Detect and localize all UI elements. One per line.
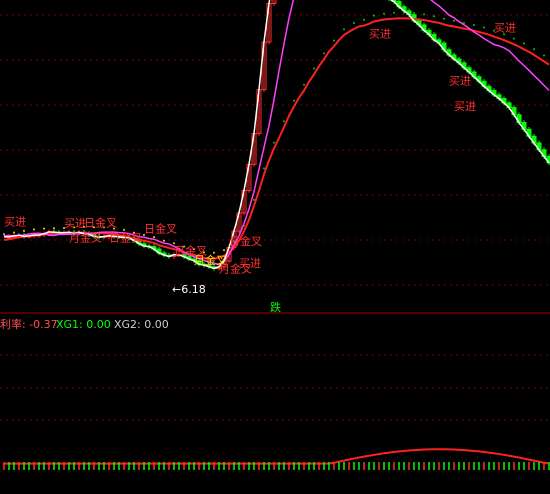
dot-point — [353, 22, 355, 25]
down-marker: 跌 — [270, 300, 281, 314]
dot-point — [303, 83, 305, 86]
dot-point — [163, 239, 165, 242]
dot-point — [153, 236, 155, 239]
signal-label: 月金叉 — [69, 230, 102, 244]
dot-point — [273, 141, 275, 144]
dot-point — [483, 26, 485, 29]
dot-point — [413, 12, 415, 15]
indicator-label-xg1: XG1: 0.00 — [56, 318, 111, 331]
dot-point — [363, 18, 365, 21]
dot-point — [543, 54, 545, 57]
dot-point — [453, 19, 455, 22]
signal-label: 买进 — [239, 257, 261, 270]
dot-point — [373, 14, 375, 17]
signal-label: 日金叉 — [229, 234, 262, 248]
dot-point — [283, 120, 285, 123]
dot-point — [513, 37, 515, 40]
dot-point — [323, 52, 325, 55]
signal-label: 日金叉 — [84, 216, 117, 230]
dot-point — [533, 48, 535, 51]
indicator-label-rate: 利率: -0.37 — [0, 317, 58, 331]
signal-label: 买进 — [494, 22, 516, 35]
signal-label: 日金叉 — [109, 230, 142, 244]
dot-point — [433, 15, 435, 18]
dot-point — [293, 99, 295, 102]
dot-point — [43, 227, 45, 230]
signal-label: 买进 — [64, 217, 86, 230]
low-annotation: ←6.18 — [172, 283, 206, 296]
signal-label: 买进 — [454, 100, 476, 113]
dot-point — [423, 13, 425, 16]
indicator-panel — [3, 448, 550, 470]
dot-point — [3, 233, 5, 236]
dot-point — [393, 11, 395, 14]
dot-point — [223, 249, 225, 252]
signal-label: 买进 — [449, 75, 471, 88]
dot-point — [313, 67, 315, 70]
dot-point — [523, 42, 525, 45]
dot-point — [23, 229, 25, 232]
candlestick-series — [6, 0, 550, 271]
dot-point — [473, 23, 475, 26]
chart-canvas: 买进 买进月金叉 日金叉日金叉日金叉日金叉月金叉月金叉日金叉买进买进 买进买进买进 ←… — [0, 0, 550, 470]
dot-point — [53, 227, 55, 230]
dot-point — [443, 17, 445, 20]
signal-label: 买进 — [4, 215, 26, 228]
dot-point — [333, 39, 335, 42]
indicator-label-xg2: XG2: 0.00 — [114, 318, 169, 331]
signal-label: 日金叉 — [144, 222, 177, 236]
signal-label: 买进 — [369, 28, 391, 41]
dot-point — [263, 167, 265, 170]
indicator-line — [4, 448, 550, 465]
dot-point — [13, 231, 15, 234]
dot-point — [33, 228, 35, 231]
dot-point — [343, 28, 345, 31]
dot-point — [383, 12, 385, 15]
